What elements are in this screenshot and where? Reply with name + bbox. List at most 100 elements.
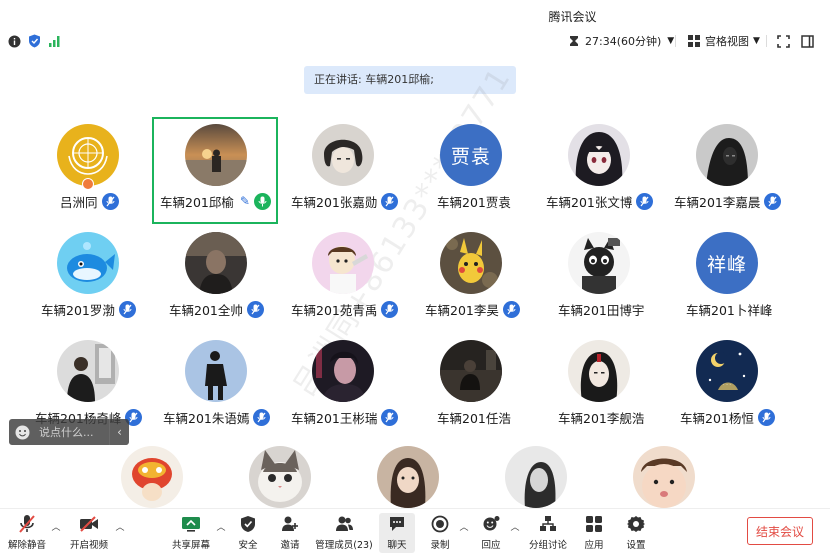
camera-off-icon (78, 513, 100, 535)
add-user-icon (279, 513, 301, 535)
chat-placeholder[interactable]: 说点什么... (35, 424, 109, 440)
start-video-button[interactable]: 开启视频 (70, 513, 108, 553)
chevron-up-icon[interactable]: ︿ (216, 521, 226, 533)
emoji-icon[interactable] (9, 419, 35, 445)
avatar-dark-portrait[interactable] (185, 232, 247, 294)
avatar-text[interactable]: 贾袁 (440, 124, 502, 186)
avatar-text[interactable]: 祥峰 (696, 232, 758, 294)
mic-icon[interactable] (118, 300, 136, 318)
share-screen-button[interactable]: 共享屏幕 (172, 513, 210, 553)
settings-button[interactable]: 设置 (624, 513, 648, 553)
avatar-person-photo[interactable] (57, 340, 119, 402)
participant-name: 车辆201杨恒 (680, 410, 754, 426)
participant-name-row: 车辆201邱榆 ✎ (160, 192, 271, 210)
shield-icon (237, 513, 259, 535)
participant-name-row: 车辆201苑青禹 (291, 300, 399, 318)
start-video-label: 开启视频 (70, 540, 109, 551)
participant-name: 吕洲同 (60, 194, 98, 210)
avatar-girl-photo[interactable] (377, 446, 439, 508)
mic-icon[interactable] (502, 300, 520, 318)
mic-icon[interactable] (381, 300, 399, 318)
info-icon[interactable] (7, 34, 21, 48)
avatar-pikachu-toy[interactable] (440, 232, 502, 294)
avatar-neon-portrait[interactable] (312, 340, 374, 402)
participant-name: 车辆201任浩 (437, 410, 511, 426)
chat-bubble-icon (386, 513, 408, 535)
avatar-bw-portrait[interactable] (505, 446, 567, 508)
participant-name-row: 车辆201李昊 (425, 300, 520, 318)
unmute-label: 解除静音 (8, 540, 47, 551)
mic-icon[interactable] (381, 192, 399, 210)
avatar-un-logo[interactable] (57, 124, 119, 186)
side-panel-icon[interactable] (800, 34, 814, 48)
security-button[interactable]: 安全 (236, 513, 260, 553)
security-label: 安全 (238, 540, 258, 551)
chevron-up-icon[interactable]: ︿ (459, 521, 469, 533)
chevron-left-icon[interactable]: ‹ (109, 419, 129, 445)
chevron-down-icon: ▼ (667, 36, 675, 46)
reaction-icon (480, 513, 502, 535)
participant-name-row: 车辆201李舰浩 (558, 408, 644, 426)
fullscreen-icon[interactable] (776, 34, 790, 48)
avatar-anime-girl[interactable] (568, 124, 630, 186)
meeting-timer[interactable]: 27:34(60分钟) ▼ (568, 33, 674, 49)
apps-label: 应用 (584, 540, 604, 551)
mic-icon[interactable] (101, 192, 119, 210)
avatar-cartoon-boy[interactable] (312, 232, 374, 294)
mic-active-icon[interactable] (253, 192, 271, 210)
participant-name-row: 车辆201张嘉勋 (291, 192, 399, 210)
manage-members-button[interactable]: 管理成员(23) (315, 513, 373, 553)
chat-quick-input[interactable]: 说点什么... ‹ (9, 419, 129, 445)
mic-icon[interactable] (764, 192, 782, 210)
avatar-cartoon-cat[interactable] (568, 232, 630, 294)
participant-name-row: 吕洲同 (60, 192, 119, 210)
mic-icon[interactable] (253, 408, 271, 426)
invite-button[interactable]: 邀请 (278, 513, 302, 553)
breakout-rooms-button[interactable]: 分组讨论 (528, 513, 568, 553)
window-title-bar: 腾讯会议 (0, 0, 830, 30)
avatar-silhouette[interactable] (185, 340, 247, 402)
unmute-button[interactable]: 解除静音 (8, 513, 46, 553)
chat-button[interactable]: 聊天 (379, 513, 415, 553)
participant-name: 车辆201全帅 (169, 302, 243, 318)
avatar-cat-face[interactable] (249, 446, 311, 508)
participant-name-row: 车辆201朱语嫣 (163, 408, 271, 426)
breakout-rooms-label: 分组讨论 (528, 540, 567, 551)
signal-icon[interactable] (48, 34, 62, 48)
end-meeting-button[interactable]: 结束会议 (747, 517, 813, 545)
reaction-label: 回应 (481, 540, 501, 551)
avatar-night-sky[interactable]: · · · (696, 340, 758, 402)
chevron-up-icon[interactable]: ︿ (51, 521, 61, 533)
avatar-hooded-figure[interactable] (696, 124, 758, 186)
mic-muted-icon (16, 513, 38, 535)
record-label: 录制 (430, 540, 450, 551)
apps-button[interactable]: 应用 (582, 513, 606, 553)
participant-name: 车辆201李舰浩 (558, 410, 645, 426)
window-title: 腾讯会议 (548, 10, 597, 24)
record-button[interactable]: 录制 (428, 513, 452, 553)
avatar-dark-room[interactable] (440, 340, 502, 402)
participant-name-row: 车辆201王彬瑞 (291, 408, 399, 426)
avatar-lion-dance[interactable] (121, 446, 183, 508)
avatar-cartoon-whale[interactable] (57, 232, 119, 294)
settings-label: 设置 (626, 540, 646, 551)
grid-icon (688, 35, 700, 47)
mic-icon[interactable] (381, 408, 399, 426)
avatar-anime-boy[interactable] (312, 124, 374, 186)
view-mode-label: 宫格视图 (705, 35, 749, 48)
chevron-down-icon: ▼ (753, 36, 760, 46)
invite-label: 邀请 (280, 540, 300, 551)
pencil-icon[interactable]: ✎ (240, 194, 250, 208)
avatar-sunset-photo[interactable] (185, 124, 247, 186)
avatar-baby-face[interactable] (633, 446, 695, 508)
chevron-up-icon[interactable]: ︿ (510, 521, 520, 533)
mic-icon[interactable] (636, 192, 654, 210)
view-mode-selector[interactable]: 宫格视图 ▼ (688, 33, 760, 49)
mic-icon[interactable] (757, 408, 775, 426)
chevron-up-icon[interactable]: ︿ (115, 521, 125, 533)
mic-icon[interactable] (246, 300, 264, 318)
reaction-button[interactable]: 回应 (479, 513, 503, 553)
shield-icon[interactable] (27, 34, 41, 48)
avatar-ink-character[interactable] (568, 340, 630, 402)
host-badge-icon (82, 178, 94, 190)
